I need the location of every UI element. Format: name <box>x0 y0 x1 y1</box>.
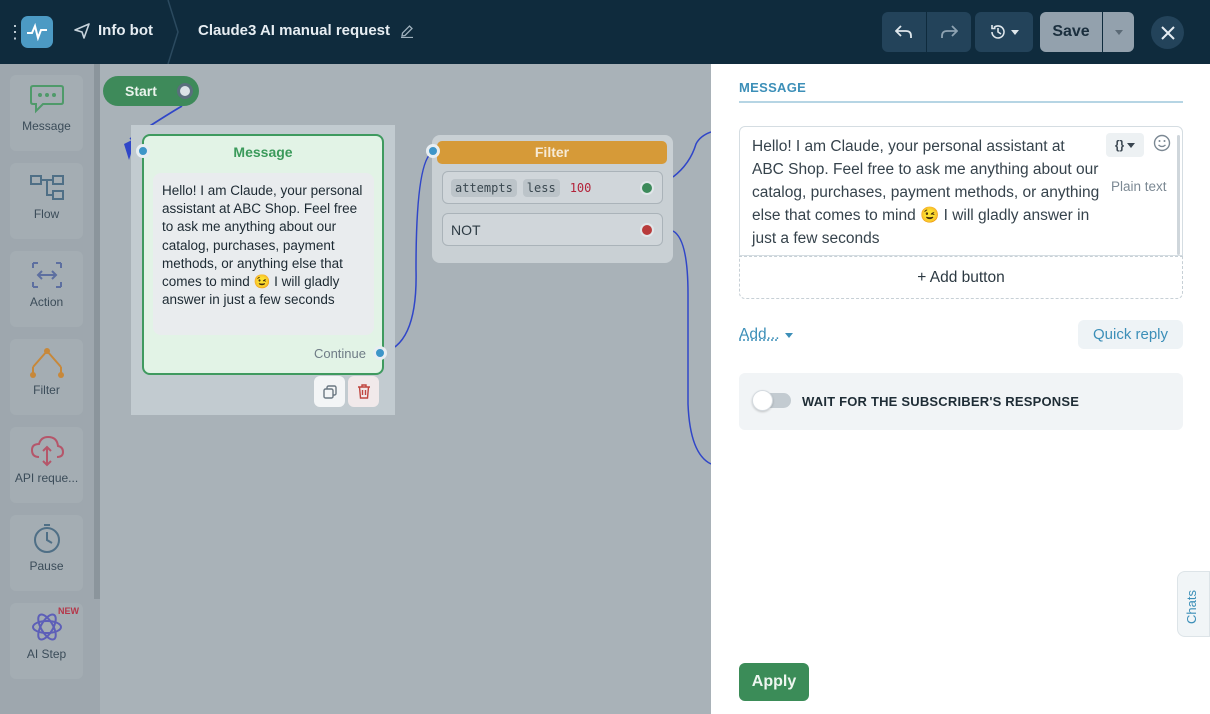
message-node-text: Hello! I am Claude, your personal assist… <box>153 173 374 335</box>
top-bar: ⋮ Info bot Claude3 AI manual request Sav… <box>0 0 1210 64</box>
apply-button[interactable]: Apply <box>739 663 809 701</box>
chevron-down-icon <box>1114 29 1123 35</box>
sidebar-item-pause[interactable]: Pause <box>10 515 83 591</box>
add-button[interactable]: + Add button <box>739 256 1183 299</box>
condition-operator: less <box>522 178 560 197</box>
wait-response-toggle[interactable] <box>752 390 791 411</box>
sidebar-item-filter[interactable]: Filter <box>10 339 83 415</box>
start-label: Start <box>125 83 157 99</box>
add-menu-label: Add... <box>739 326 780 343</box>
condition-value: 100 <box>569 180 592 195</box>
save-button[interactable]: Save <box>1040 12 1102 52</box>
breadcrumb-separator-icon <box>167 0 179 64</box>
close-button[interactable] <box>1151 16 1184 49</box>
sidebar-item-message[interactable]: Message <box>10 75 83 151</box>
message-node-title: Message <box>233 144 293 160</box>
history-icon <box>991 25 1005 39</box>
filter-node[interactable]: Filter attempts less 100 NOT <box>432 135 673 263</box>
action-icon <box>31 262 62 288</box>
start-node[interactable]: Start <box>103 76 199 106</box>
sidebar-item-label: AI Step <box>26 647 67 661</box>
sidebar-item-label: Filter <box>33 383 60 397</box>
sidebar-item-label: API reque... <box>14 471 79 485</box>
filter-not-branch[interactable]: NOT <box>442 213 663 246</box>
chevron-down-icon <box>1011 29 1019 35</box>
flow-canvas[interactable]: Start Message Hello! I am Claude, your p… <box>100 64 711 714</box>
message-editor[interactable]: Hello! I am Claude, your personal assist… <box>739 126 1183 256</box>
emoji-icon[interactable] <box>1153 134 1171 152</box>
message-text[interactable]: Hello! I am Claude, your personal assist… <box>752 135 1100 250</box>
continue-output-port[interactable] <box>373 346 387 360</box>
condition-field: attempts <box>451 178 517 197</box>
wait-response-box: WAIT FOR THE SUBSCRIBER'S RESPONSE <box>739 373 1183 430</box>
properties-panel: MESSAGE Hello! I am Claude, your persona… <box>711 64 1210 714</box>
duplicate-button[interactable] <box>314 376 345 407</box>
sidebar-item-label: Flow <box>33 207 60 221</box>
flow-title: Claude3 AI manual request <box>198 22 414 39</box>
sidebar-item-label: Pause <box>29 559 64 573</box>
wait-response-label: WAIT FOR THE SUBSCRIBER'S RESPONSE <box>802 394 1080 409</box>
filter-icon <box>29 348 64 378</box>
message-input-port[interactable] <box>136 144 150 158</box>
condition-true-port[interactable] <box>640 181 654 195</box>
chats-tab[interactable]: Chats <box>1177 571 1210 637</box>
flow-icon <box>29 175 64 200</box>
tab-message[interactable]: MESSAGE <box>739 80 806 95</box>
sidebar-item-label: Action <box>29 295 64 309</box>
variables-button[interactable]: {} <box>1106 133 1144 157</box>
save-options-button[interactable] <box>1103 12 1134 52</box>
edit-pencil-icon[interactable] <box>400 24 414 38</box>
filter-input-port[interactable] <box>426 144 440 158</box>
clock-icon <box>33 524 60 553</box>
new-badge: NEW <box>58 606 79 616</box>
toggle-knob <box>752 390 773 411</box>
quick-reply-button[interactable]: Quick reply <box>1078 320 1183 349</box>
message-icon <box>29 85 64 114</box>
redo-icon <box>941 25 958 38</box>
history-button[interactable] <box>975 12 1033 52</box>
sidebar-item-label: Message <box>22 119 71 133</box>
bot-name-label: Info bot <box>98 22 153 39</box>
copy-icon <box>322 384 337 399</box>
undo-button[interactable] <box>882 12 926 52</box>
filter-node-title: Filter <box>437 141 667 164</box>
continue-label: Continue <box>313 346 366 361</box>
close-icon <box>1160 25 1175 40</box>
send-icon <box>74 22 90 39</box>
start-output-port[interactable] <box>177 83 193 99</box>
sidebar-item-ai-step[interactable]: NEW AI Step <box>10 603 83 679</box>
sidebar-item-api-request[interactable]: API reque... <box>10 427 83 503</box>
editor-scrollbar[interactable] <box>1177 135 1180 255</box>
chevron-down-icon <box>1127 142 1136 148</box>
bot-name[interactable]: Info bot <box>74 22 153 39</box>
filter-condition[interactable]: attempts less 100 <box>442 171 663 204</box>
flow-title-label: Claude3 AI manual request <box>198 22 390 39</box>
delete-button[interactable] <box>348 376 379 407</box>
trash-icon <box>357 384 370 399</box>
sidebar-item-flow[interactable]: Flow <box>10 163 83 239</box>
message-node[interactable]: Message Hello! I am Claude, your persona… <box>142 134 384 375</box>
condition-false-port[interactable] <box>640 223 654 237</box>
format-label[interactable]: Plain text <box>1111 179 1167 194</box>
api-request-icon <box>30 435 64 467</box>
app-logo-icon[interactable] <box>21 16 53 48</box>
chevron-down-icon <box>784 332 793 338</box>
redo-button[interactable] <box>927 12 971 52</box>
tab-underline <box>739 101 1183 103</box>
undo-icon <box>895 25 912 38</box>
sidebar-item-action[interactable]: Action <box>10 251 83 327</box>
chats-label: Chats <box>1184 590 1199 624</box>
not-label: NOT <box>451 221 481 238</box>
variables-icon: {} <box>1114 138 1125 152</box>
add-menu-button[interactable]: Add... <box>739 326 793 344</box>
